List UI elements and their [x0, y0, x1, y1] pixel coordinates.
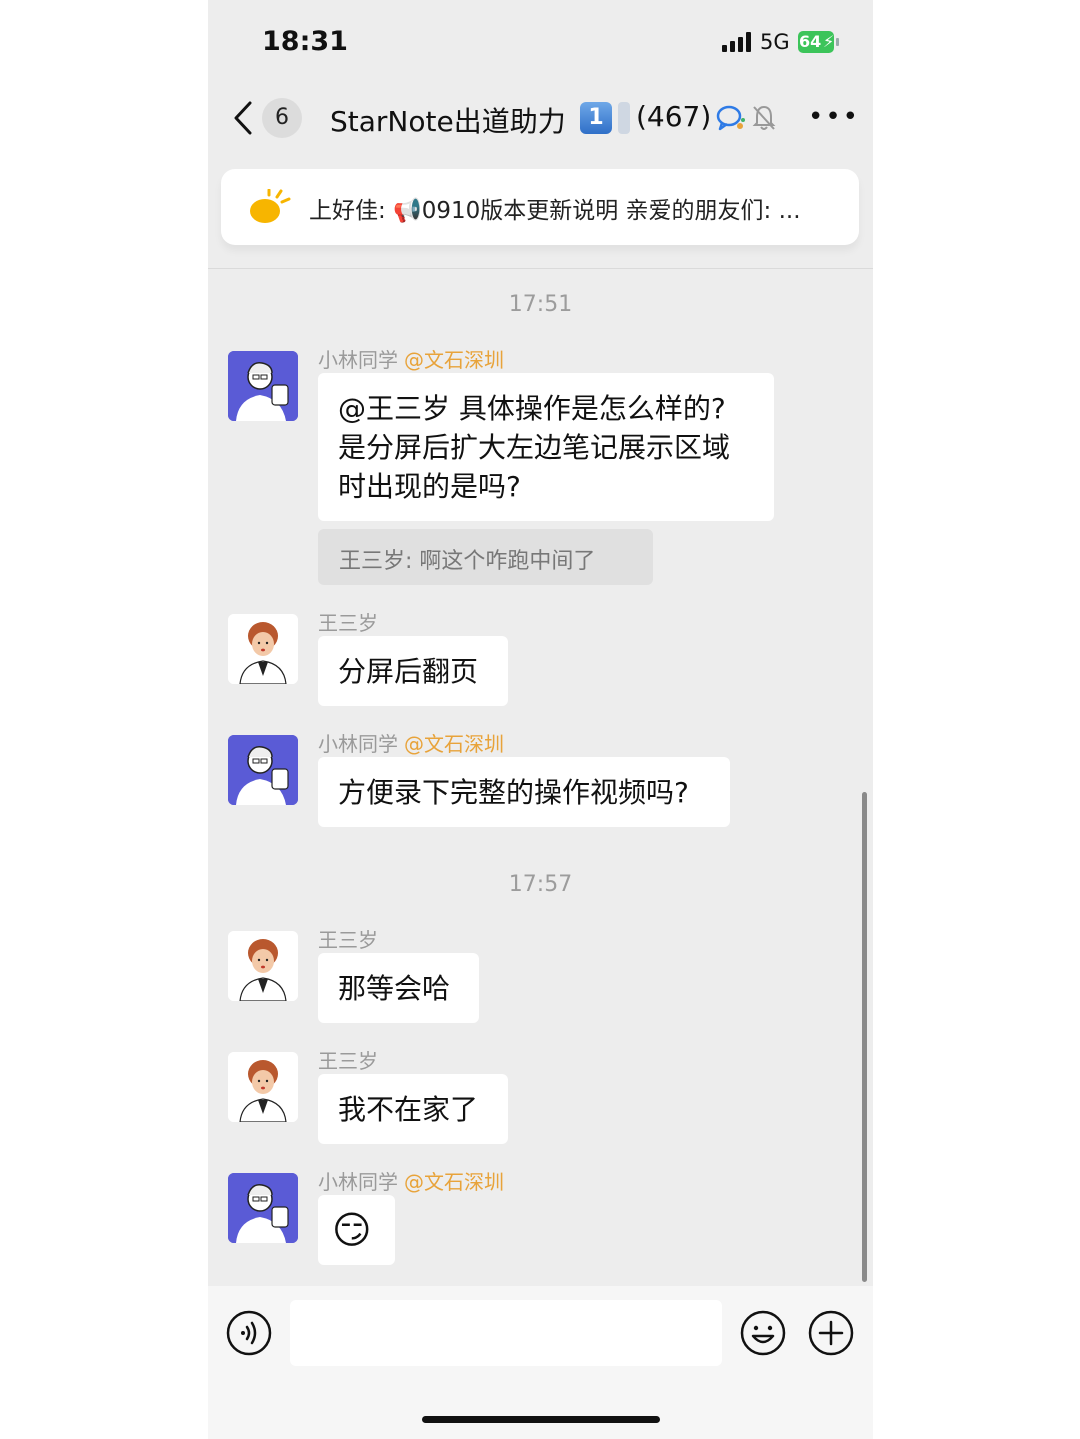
avatar[interactable] [228, 735, 298, 805]
quoted-reply[interactable]: 王三岁: 啊这个咋跑中间了 [318, 529, 653, 585]
status-bar: 18:31 5G 64 ⚡ [208, 0, 873, 80]
chat-header: 6 StarNote出道助力 1 (467) ••• [208, 88, 873, 148]
member-count: (467) [636, 100, 712, 133]
message-bubble[interactable]: @王三岁 具体操作是怎么样的? 是分屏后扩大左边笔记展示区域 时出现的是吗? [318, 373, 774, 521]
unread-count-badge[interactable]: 6 [262, 98, 302, 138]
battery-icon: 64 ⚡ [798, 31, 839, 53]
avatar[interactable] [228, 1173, 298, 1243]
mute-bell-icon [752, 105, 776, 130]
message-bubble[interactable]: 那等会哈 [318, 953, 479, 1023]
sender-name: 王三岁 [318, 1049, 378, 1073]
notice-text: 上好佳: 📢0910版本更新说明 亲爱的朋友们: ... [309, 198, 801, 224]
plus-icon[interactable] [808, 1310, 854, 1356]
timestamp: 17:57 [508, 872, 573, 897]
group-chat-icon [716, 105, 745, 131]
header-divider [208, 268, 873, 269]
more-icon[interactable]: ••• [808, 102, 860, 132]
group-title: StarNote出道助力 [330, 105, 566, 138]
sun-icon [250, 189, 291, 223]
message-line: 时出现的是吗? [338, 470, 521, 503]
avatar[interactable] [228, 931, 298, 1001]
voice-icon[interactable] [226, 1310, 272, 1356]
sender-name: 小林同学 @文石深圳 [318, 348, 504, 372]
signal-icon [722, 32, 751, 52]
scrollbar[interactable] [862, 792, 867, 1282]
timestamp: 17:51 [508, 292, 573, 317]
emoji-message[interactable]: 😏 [318, 1195, 395, 1265]
pinned-notice[interactable]: 上好佳: 📢0910版本更新说明 亲爱的朋友们: ... [221, 169, 859, 245]
message-bubble[interactable]: 方便录下完整的操作视频吗? [318, 757, 730, 827]
group-badge: 1 [580, 102, 612, 134]
message-line: @王三岁 具体操作是怎么样的? [338, 392, 726, 425]
sender-name: 小林同学 @文石深圳 [318, 732, 504, 756]
back-icon[interactable] [232, 100, 254, 136]
network-type: 5G [760, 30, 790, 54]
message-input[interactable] [290, 1300, 722, 1366]
emoji-icon[interactable] [740, 1310, 786, 1356]
home-indicator[interactable] [422, 1416, 660, 1423]
avatar[interactable] [228, 351, 298, 421]
avatar[interactable] [228, 614, 298, 684]
phone-screen: 18:31 5G 64 ⚡ 6 StarNote出道助力 1 (467) •••… [208, 0, 873, 1439]
message-bubble[interactable]: 我不在家了 [318, 1074, 508, 1144]
message-line: 是分屏后扩大左边笔记展示区域 [338, 431, 731, 464]
input-bar [208, 1286, 873, 1439]
status-time: 18:31 [262, 26, 348, 57]
sender-name: 王三岁 [318, 611, 378, 635]
avatar[interactable] [228, 1052, 298, 1122]
group-badge-extra [618, 102, 630, 134]
sender-name: 王三岁 [318, 928, 378, 952]
message-bubble[interactable]: 分屏后翻页 [318, 636, 508, 706]
sender-name: 小林同学 @文石深圳 [318, 1170, 504, 1194]
